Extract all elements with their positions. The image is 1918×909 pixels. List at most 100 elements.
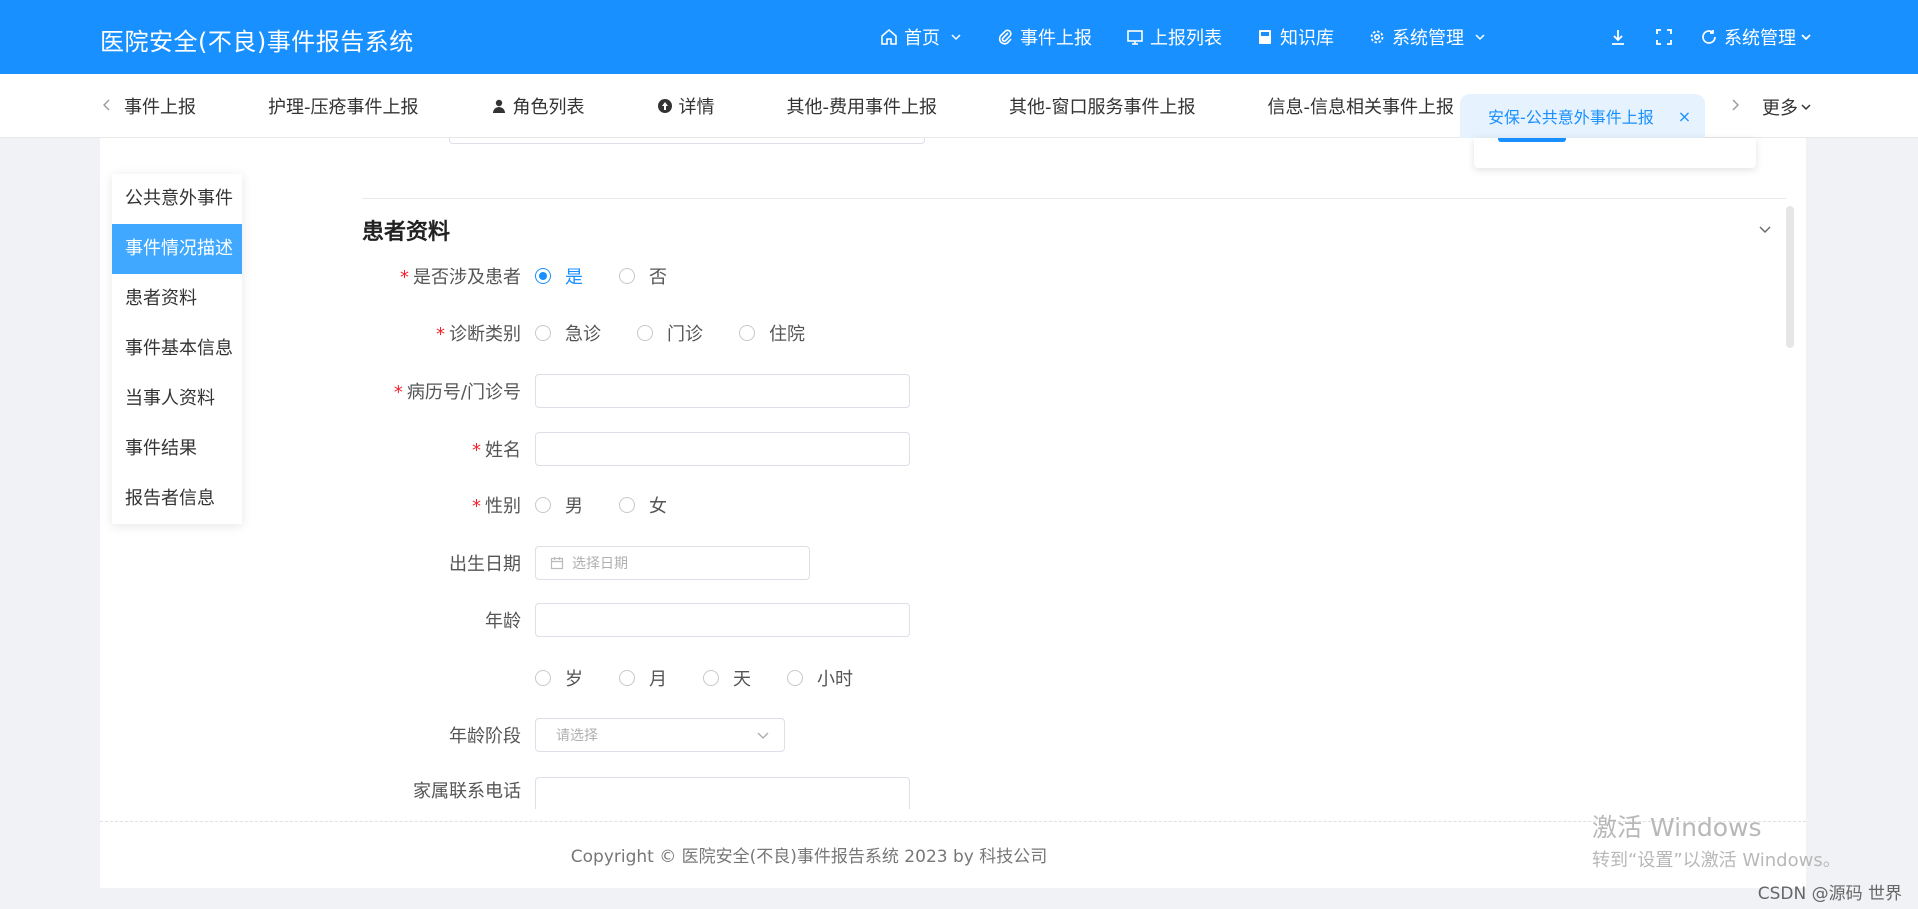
- csdn-watermark: CSDN @源码 世界: [1757, 884, 1902, 904]
- nav-knowledge-base-label: 知识库: [1280, 28, 1334, 49]
- family-phone-input[interactable]: [535, 777, 910, 809]
- field-label: 出生日期: [449, 554, 521, 575]
- tab-security-public-accident[interactable]: 安保-公共意外事件上报 ×: [1460, 94, 1706, 138]
- radio-dot: [703, 670, 719, 686]
- tab-label: 事件上报: [124, 97, 196, 118]
- anchor-party-info[interactable]: 当事人资料: [112, 374, 242, 424]
- tab-label: 其他-费用事件上报: [786, 97, 938, 118]
- radio-inpatient[interactable]: 住院: [739, 320, 805, 346]
- anchor-event-description[interactable]: 事件情况描述: [112, 224, 242, 274]
- radio-no[interactable]: 否: [619, 263, 667, 289]
- field-label: * 姓名: [362, 436, 535, 462]
- nav-report-list[interactable]: 上报列表: [1126, 24, 1222, 50]
- diagnosis-row: * 诊断类别 急诊 门诊 住院: [362, 313, 1362, 353]
- radio-dot: [619, 670, 635, 686]
- more-tabs-button[interactable]: 更多: [1762, 94, 1812, 120]
- radio-hours[interactable]: 小时: [787, 665, 853, 691]
- age-input[interactable]: [535, 603, 910, 637]
- radio-days[interactable]: 天: [703, 665, 751, 691]
- label-text: 诊断类别: [449, 324, 521, 345]
- close-icon[interactable]: ×: [1678, 107, 1691, 126]
- name-row: * 姓名: [362, 429, 1362, 469]
- anchor-event-result[interactable]: 事件结果: [112, 424, 242, 474]
- field-label: 年龄: [485, 611, 521, 632]
- radio-label: 门诊: [667, 324, 703, 345]
- tab-event-report[interactable]: 事件上报: [124, 82, 196, 130]
- tab-label: 信息-信息相关事件上报: [1267, 97, 1455, 118]
- radio-dot: [619, 268, 635, 284]
- section-anchor-nav: 公共意外事件 事件情况描述 患者资料 事件基本信息 当事人资料 事件结果 报告者…: [112, 174, 242, 524]
- scrollbar[interactable]: [1786, 206, 1794, 348]
- user-menu[interactable]: 系统管理: [1700, 0, 1812, 74]
- radio-female[interactable]: 女: [619, 492, 667, 518]
- section-title: 患者资料: [362, 220, 451, 245]
- section-divider: [362, 198, 1786, 199]
- user-icon: [492, 99, 505, 113]
- tab-other-fee[interactable]: 其他-费用事件上报: [787, 82, 938, 130]
- radio-emergency[interactable]: 急诊: [535, 320, 601, 346]
- description-textarea[interactable]: [449, 138, 925, 144]
- tab-label: 安保-公共意外事件上报: [1488, 108, 1654, 127]
- radio-months[interactable]: 月: [619, 665, 667, 691]
- calendar-icon: [550, 557, 564, 570]
- radio-dot: [619, 497, 635, 513]
- tab-list: 事件上报 护理-压疮事件上报 角色列表 详情 其他-费用事件上报 其他-窗口服务…: [124, 74, 1526, 138]
- radio-dot: [535, 325, 551, 341]
- tab-label: 角色列表: [512, 97, 585, 118]
- nav-system-admin[interactable]: 系统管理: [1368, 24, 1486, 50]
- radio-years[interactable]: 岁: [535, 665, 583, 691]
- anchor-event-basic-info[interactable]: 事件基本信息: [112, 324, 242, 374]
- age-unit-row: 岁 月 天 小时: [362, 658, 1362, 698]
- age-stage-row: 年龄阶段 请选择: [362, 715, 1362, 755]
- radio-male[interactable]: 男: [535, 492, 583, 518]
- chevron-right-icon[interactable]: [1728, 98, 1742, 112]
- radio-label: 小时: [817, 669, 853, 690]
- radio-yes[interactable]: 是: [535, 263, 583, 289]
- anchor-patient-info[interactable]: 患者资料: [112, 274, 242, 324]
- radio-outpatient[interactable]: 门诊: [637, 320, 703, 346]
- floating-action-card: [1474, 138, 1756, 168]
- download-icon[interactable]: [1608, 27, 1628, 47]
- radio-label: 男: [565, 496, 583, 517]
- submit-button[interactable]: [1498, 138, 1566, 142]
- birth-date-picker[interactable]: 选择日期: [535, 546, 810, 580]
- chevron-left-icon[interactable]: [100, 98, 114, 112]
- monitor-icon: [1127, 30, 1143, 45]
- nav-event-report[interactable]: 事件上报: [996, 24, 1092, 50]
- label-text: 是否涉及患者: [413, 267, 521, 288]
- nav-home[interactable]: 首页: [880, 24, 962, 50]
- chevron-down-icon[interactable]: [1758, 222, 1772, 236]
- fullscreen-icon[interactable]: [1654, 27, 1674, 47]
- required-mark: *: [472, 496, 481, 517]
- radio-dot: [787, 670, 803, 686]
- home-icon: [881, 28, 897, 45]
- nav-event-report-label: 事件上报: [1020, 28, 1092, 49]
- anchor-reporter-info[interactable]: 报告者信息: [112, 474, 242, 524]
- anchor-public-accident[interactable]: 公共意外事件: [112, 174, 242, 224]
- nav-knowledge-base[interactable]: 知识库: [1256, 24, 1334, 50]
- required-mark: *: [472, 440, 481, 461]
- nav-home-label: 首页: [904, 28, 940, 49]
- tab-details[interactable]: 详情: [657, 82, 715, 130]
- nav-system-admin-label: 系统管理: [1392, 28, 1464, 49]
- field-label: * 诊断类别: [362, 320, 535, 346]
- tab-other-window-service[interactable]: 其他-窗口服务事件上报: [1009, 82, 1196, 130]
- radio-label: 月: [649, 669, 667, 690]
- windows-activation-watermark: 激活 Windows 转到“设置”以激活 Windows。: [1592, 808, 1841, 872]
- radio-label: 天: [733, 669, 751, 690]
- tab-info-related[interactable]: 信息-信息相关事件上报: [1268, 82, 1455, 130]
- radio-dot: [535, 497, 551, 513]
- tab-nursing-pressure-ulcer[interactable]: 护理-压疮事件上报: [268, 82, 419, 130]
- family-phone-row: 家属联系电话: [362, 773, 1362, 809]
- nav-report-list-label: 上报列表: [1150, 28, 1222, 49]
- record-number-input[interactable]: [535, 374, 910, 408]
- tab-label: 护理-压疮事件上报: [268, 97, 419, 118]
- age-stage-select[interactable]: 请选择: [535, 718, 785, 752]
- main-nav: 首页 事件上报 上报列表 知识库 系统管理: [880, 0, 1520, 74]
- field-label: * 性别: [362, 492, 535, 518]
- footer-copyright: Copyright © 医院安全(不良)事件报告系统 2023 by 科技公司: [570, 847, 1048, 867]
- tab-role-list[interactable]: 角色列表: [491, 82, 585, 130]
- label-text: 性别: [485, 496, 521, 517]
- name-input[interactable]: [535, 432, 910, 466]
- radio-label: 急诊: [565, 324, 601, 345]
